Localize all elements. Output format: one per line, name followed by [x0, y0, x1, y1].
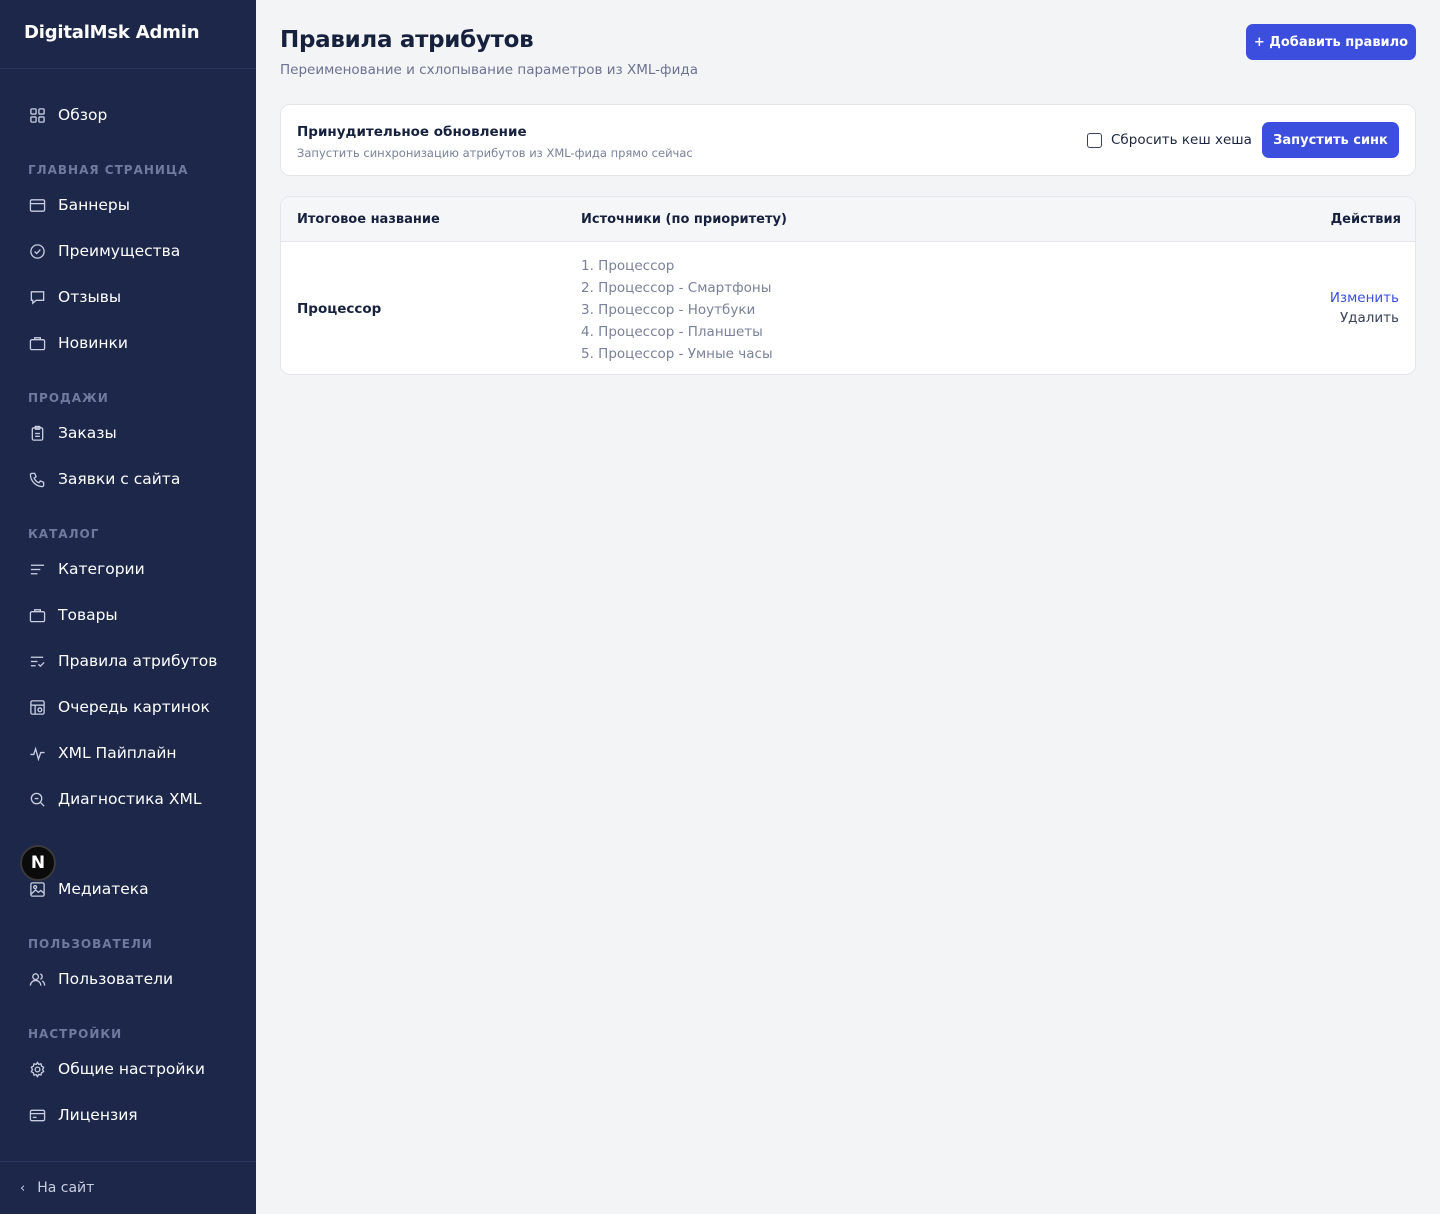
sidebar-item-advantages[interactable]: Преимущества: [0, 231, 256, 271]
sidebar-item-xml-pipeline[interactable]: XML Пайплайн: [0, 733, 256, 773]
section-users: ПОЛЬЗОВАТЕЛИ: [28, 937, 153, 951]
sidebar-item-label: Лицензия: [58, 1106, 138, 1124]
phone-icon: [28, 470, 46, 488]
image-queue-icon: [28, 698, 46, 716]
run-sync-button[interactable]: Запустить синк: [1262, 122, 1399, 158]
sidebar-item-label: Отзывы: [58, 288, 122, 306]
sidebar-item-label: Диагностика XML: [58, 790, 202, 808]
edit-rule-link[interactable]: Изменить: [1330, 290, 1399, 306]
sidebar-item-label: XML Пайплайн: [58, 744, 177, 762]
delete-rule-link[interactable]: Удалить: [1340, 310, 1399, 326]
back-to-site-link[interactable]: ‹ На сайт: [20, 1179, 94, 1197]
sidebar-item-orders[interactable]: Заказы: [0, 413, 256, 453]
add-rule-button[interactable]: + Добавить правило: [1246, 24, 1416, 60]
sidebar-item-products[interactable]: Товары: [0, 595, 256, 635]
column-header-final-name: Итоговое название: [297, 212, 440, 227]
sidebar-item-image-queue[interactable]: Очередь картинок: [0, 687, 256, 727]
sidebar-item-label: Очередь картинок: [58, 698, 210, 716]
sidebar-item-attribute-rules[interactable]: Правила атрибутов: [0, 641, 256, 681]
sidebar-item-label: Заказы: [58, 424, 117, 442]
sidebar-item-label: Общие настройки: [58, 1060, 205, 1078]
sidebar-item-banners[interactable]: Баннеры: [0, 185, 256, 225]
reset-cache-option[interactable]: Сбросить кеш хеша: [1087, 132, 1252, 148]
sidebar-item-label: Новинки: [58, 334, 128, 352]
gear-icon: [28, 1060, 46, 1078]
sidebar-item-new-products[interactable]: Новинки: [0, 323, 256, 363]
reset-cache-label: Сбросить кеш хеша: [1111, 132, 1252, 148]
back-to-site-label: На сайт: [37, 1180, 95, 1196]
banner-icon: [28, 196, 46, 214]
source-item: 1. Процессор: [581, 258, 675, 274]
rule-name: Процессор: [297, 301, 382, 317]
sidebar: DigitalMsk Admin Обзор ГЛАВНАЯ СТРАНИЦА …: [0, 0, 256, 1214]
sources-list: 1. Процессор 2. Процессор - Смартфоны 3.…: [581, 255, 773, 365]
column-header-actions: Действия: [1330, 212, 1401, 227]
sidebar-item-categories[interactable]: Категории: [0, 549, 256, 589]
sidebar-item-label: Обзор: [58, 106, 108, 124]
section-settings: НАСТРОЙКИ: [28, 1027, 123, 1041]
sidebar-item-reviews[interactable]: Отзывы: [0, 277, 256, 317]
sidebar-item-label: Пользователи: [58, 970, 174, 988]
sync-description: Запустить синхронизацию атрибутов из XML…: [297, 146, 693, 160]
main-content: Правила атрибутов Переименование и схлоп…: [256, 0, 1440, 1214]
section-main-page: ГЛАВНАЯ СТРАНИЦА: [28, 163, 189, 177]
pulse-icon: [28, 744, 46, 762]
sidebar-item-users[interactable]: Пользователи: [0, 959, 256, 999]
source-item: 2. Процессор - Смартфоны: [581, 280, 772, 296]
image-icon: [28, 880, 46, 898]
source-item: 4. Процессор - Планшеты: [581, 324, 763, 340]
section-sales: ПРОДАЖИ: [28, 391, 109, 405]
clipboard-icon: [28, 424, 46, 442]
sidebar-item-requests[interactable]: Заявки с сайта: [0, 459, 256, 499]
page-subtitle: Переименование и схлопывание параметров …: [280, 62, 698, 78]
list-check-icon: [28, 652, 46, 670]
sidebar-item-label: Товары: [58, 606, 118, 624]
sidebar-item-label: Преимущества: [58, 242, 181, 260]
column-header-sources: Источники (по приоритету): [581, 212, 787, 227]
users-icon: [28, 970, 46, 988]
sidebar-item-xml-diagnostics[interactable]: Диагностика XML: [0, 779, 256, 819]
sidebar-divider: [0, 1161, 256, 1162]
page-title: Правила атрибутов: [280, 27, 534, 53]
sidebar-item-license[interactable]: Лицензия: [0, 1095, 256, 1135]
sync-title: Принудительное обновление: [297, 124, 527, 140]
briefcase-icon: [28, 606, 46, 624]
sidebar-item-label: Правила атрибутов: [58, 652, 218, 670]
section-catalog: КАТАЛОГ: [28, 527, 100, 541]
source-item: 5. Процессор - Умные часы: [581, 346, 773, 362]
sidebar-item-overview[interactable]: Обзор: [0, 95, 256, 135]
sidebar-item-label: Баннеры: [58, 196, 131, 214]
app-title: DigitalMsk Admin: [0, 0, 256, 69]
card-icon: [28, 1106, 46, 1124]
chat-icon: [28, 288, 46, 306]
sidebar-item-label: Категории: [58, 560, 145, 578]
rules-table: Итоговое название Источники (по приорите…: [280, 196, 1416, 375]
check-circle-icon: [28, 242, 46, 260]
grid-icon: [28, 106, 46, 124]
dev-tools-badge[interactable]: N: [20, 845, 56, 881]
source-item: 3. Процессор - Ноутбуки: [581, 302, 756, 318]
briefcase-icon: [28, 334, 46, 352]
reset-cache-checkbox[interactable]: [1087, 132, 1102, 148]
table-header: Итоговое название Источники (по приорите…: [281, 197, 1415, 242]
force-sync-card: Принудительное обновление Запустить синх…: [280, 104, 1416, 176]
sidebar-item-label: Медиатека: [58, 880, 149, 898]
sidebar-item-label: Заявки с сайта: [58, 470, 181, 488]
sidebar-item-general-settings[interactable]: Общие настройки: [0, 1049, 256, 1089]
chevron-left-icon: ‹: [20, 1180, 26, 1196]
search-icon: [28, 790, 46, 808]
lines-icon: [28, 560, 46, 578]
